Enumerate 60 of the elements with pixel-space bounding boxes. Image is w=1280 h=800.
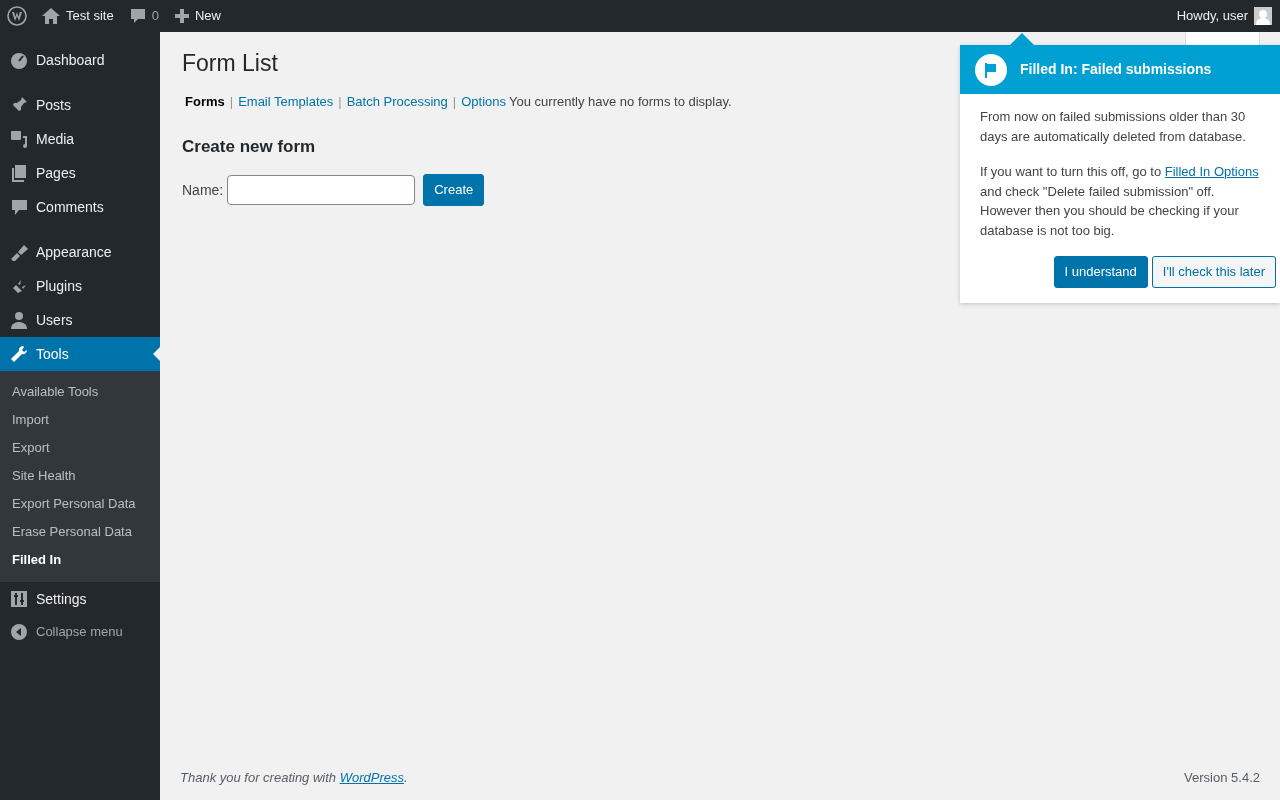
menu-item[interactable]: Posts xyxy=(0,88,160,122)
submenu-item[interactable]: Import xyxy=(0,406,160,434)
collapse-icon xyxy=(10,623,28,641)
user-icon xyxy=(10,311,28,329)
comments-link[interactable]: 0 xyxy=(121,0,167,32)
name-field[interactable] xyxy=(227,175,416,206)
pages-icon xyxy=(10,164,28,182)
wrench-icon xyxy=(10,345,28,363)
tab-link[interactable]: Options xyxy=(461,91,507,112)
site-link[interactable]: Test site xyxy=(34,0,122,32)
plus-icon xyxy=(174,9,189,23)
menu-item[interactable]: Appearance xyxy=(0,235,160,269)
comment-icon xyxy=(10,198,28,216)
flag-icon xyxy=(975,53,1007,86)
new-link[interactable]: New xyxy=(166,0,229,32)
pointer-title: Filled In: Failed submissions xyxy=(1020,60,1212,79)
page-title: Form List xyxy=(182,50,278,78)
tab-link[interactable]: Forms xyxy=(185,91,225,112)
submenu-item[interactable]: Erase Personal Data xyxy=(0,518,160,546)
pointer-button[interactable]: I understand xyxy=(1053,256,1148,288)
separator: | xyxy=(229,92,234,111)
field-label: Name: xyxy=(182,180,224,200)
pin-icon xyxy=(10,96,28,114)
version-text: Version 5.4.2 xyxy=(1184,768,1260,787)
comment-icon xyxy=(129,8,146,24)
empty-notice: You currently have no forms to display. xyxy=(509,92,732,111)
dashboard-icon xyxy=(10,51,28,69)
menu-item[interactable]: Dashboard xyxy=(0,43,160,77)
menu-item[interactable]: Settings xyxy=(0,582,160,616)
menu-item[interactable]: Tools xyxy=(0,337,160,371)
section-heading: Create new form xyxy=(182,137,316,158)
sliders-icon xyxy=(10,590,28,608)
menu-item[interactable]: Plugins xyxy=(0,269,160,303)
footer-text: Thank you for creating with WordPress. xyxy=(180,768,408,787)
separator: | xyxy=(452,92,457,111)
separator: | xyxy=(338,92,342,111)
submenu-item[interactable]: Filled In xyxy=(0,546,160,574)
pointer-button[interactable]: I'll check this later xyxy=(1151,256,1276,288)
submenu-item[interactable]: Site Health xyxy=(0,462,160,490)
menu-item[interactable]: Users xyxy=(0,303,160,337)
submenu-item[interactable]: Export xyxy=(0,434,160,462)
tab-link[interactable]: Batch Processing xyxy=(346,91,448,112)
submenu-item[interactable]: Available Tools xyxy=(0,378,160,406)
wordpress-link[interactable]: WordPress xyxy=(339,769,404,785)
options-link[interactable]: Filled In Options xyxy=(1164,164,1259,179)
menu-item[interactable]: Media xyxy=(0,122,160,156)
pointer-paragraph: If you want to turn this off, go to Filled In Options and check "Delete failed submission" off. However then you should be checking if your database is not too big. xyxy=(980,163,1260,240)
menu-item[interactable]: Pages xyxy=(0,156,160,190)
menu-item[interactable]: Comments xyxy=(0,190,160,224)
submenu-item[interactable]: Export Personal Data xyxy=(0,490,160,518)
brush-icon xyxy=(10,243,28,261)
collapse-menu-button[interactable]: Collapse menu xyxy=(0,616,160,648)
create-button[interactable]: Create xyxy=(423,174,485,206)
media-icon xyxy=(10,130,28,148)
wordpress-logo-icon xyxy=(7,6,27,26)
pointer-paragraph: From now on failed submissions older than 30 days are automatically deleted from database. xyxy=(980,108,1247,146)
tab-link[interactable]: Email Templates xyxy=(238,91,334,112)
avatar-icon xyxy=(1254,7,1272,25)
account-link[interactable]: Howdy, user xyxy=(1168,0,1280,32)
home-icon xyxy=(42,8,60,24)
